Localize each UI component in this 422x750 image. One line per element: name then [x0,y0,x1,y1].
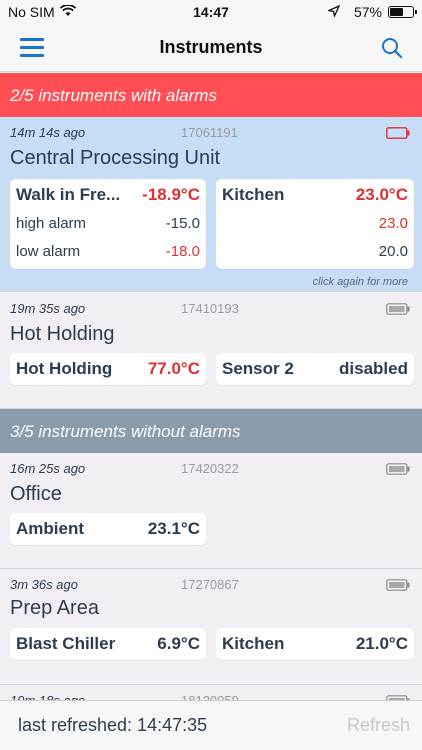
instrument-row-prep-area[interactable]: 3m 36s ago 17270867 Prep Area Blast Chil… [0,569,422,685]
last-seen: 16m 25s ago [10,461,86,476]
sensor-value: 6.9°C [157,634,200,653]
sensor-value: disabled [339,359,408,378]
sensor-name: Ambient [16,519,84,538]
last-seen: 3m 36s ago [10,577,78,592]
battery-icon [386,302,410,315]
sensor-name: Kitchen [222,634,285,653]
sensor-name: Kitchen [222,185,285,204]
low-alarm-value: 20.0 [378,243,408,260]
high-alarm-value: 23.0 [378,215,408,232]
ok-section-header: 3/5 instruments without alarms [0,409,422,453]
serial-number: 17270867 [181,577,239,592]
alarm-section-header: 2/5 instruments with alarms [0,73,422,117]
last-seen: 19m 35s ago [10,301,86,316]
sensor-value: 23.1°C [147,519,200,538]
instrument-name: Central Processing Unit [10,147,221,169]
high-alarm-label: high alarm [16,215,87,232]
sensor-value: -18.9°C [142,185,200,204]
instrument-row-central-processing-unit[interactable]: 14m 14s ago 17061191 Central Processing … [0,117,422,292]
sensor-name: Sensor 2 [222,359,294,378]
sensor-name: Walk in Fre... [16,185,121,204]
sensor-name: Blast Chiller [16,634,116,653]
sensor-card-sensor-2[interactable]: Sensor 2 disabled [216,353,414,385]
serial-number: 17420322 [181,461,239,476]
battery-icon [388,6,417,18]
serial-number: 17061191 [181,125,238,140]
high-alarm-row: 23.0 [222,215,408,235]
battery-icon [386,462,410,475]
location-icon [326,4,341,20]
battery-low-icon [386,126,410,139]
sensor-name: Hot Holding [16,359,113,378]
sensor-card-hot-holding[interactable]: Hot Holding 77.0°C [10,353,206,385]
low-alarm-row: low alarm -18.0 [16,243,200,263]
footer-bar: last refreshed: 14:47:35 Refresh [0,700,422,750]
refresh-button[interactable]: Refresh [347,715,410,736]
sensor-value: 77.0°C [147,359,200,378]
nav-bar: Instruments [0,24,422,72]
sensor-card-ambient[interactable]: Ambient 23.1°C [10,513,206,545]
instrument-name: Office [10,483,62,505]
status-bar: No SIM 14:47 57% [0,0,422,24]
last-seen: 14m 14s ago [10,125,86,140]
low-alarm-row: 20.0 [222,243,408,263]
instrument-name: Hot Holding [10,323,115,345]
page-title: Instruments [159,37,263,57]
instrument-row-hot-holding[interactable]: 19m 35s ago 17410193 Hot Holding Hot Hol… [0,293,422,409]
sensor-value: 21.0°C [355,634,408,653]
low-alarm-value: -18.0 [165,243,200,260]
sensor-card-walk-in-freezer[interactable]: Walk in Fre... -18.9°C high alarm -15.0 … [10,179,206,269]
last-refreshed-label: last refreshed: 14:47:35 [18,715,208,735]
sensor-card-blast-chiller[interactable]: Blast Chiller 6.9°C [10,628,206,660]
sensor-value: 23.0°C [355,185,408,204]
battery-percent: 57% [353,4,382,20]
low-alarm-label: low alarm [16,243,81,260]
search-icon[interactable] [380,36,404,60]
instrument-row-office[interactable]: 16m 25s ago 17420322 Office Ambient 23.1… [0,453,422,569]
high-alarm-value: -15.0 [165,215,200,232]
sensor-card-kitchen[interactable]: Kitchen 21.0°C [216,628,414,660]
battery-icon [386,578,410,591]
instrument-name: Prep Area [10,597,99,619]
click-again-hint: click again for more [312,276,408,288]
high-alarm-row: high alarm -15.0 [16,215,200,235]
serial-number: 17410193 [181,301,239,316]
sensor-card-kitchen[interactable]: Kitchen 23.0°C 23.0 20.0 [216,179,414,269]
